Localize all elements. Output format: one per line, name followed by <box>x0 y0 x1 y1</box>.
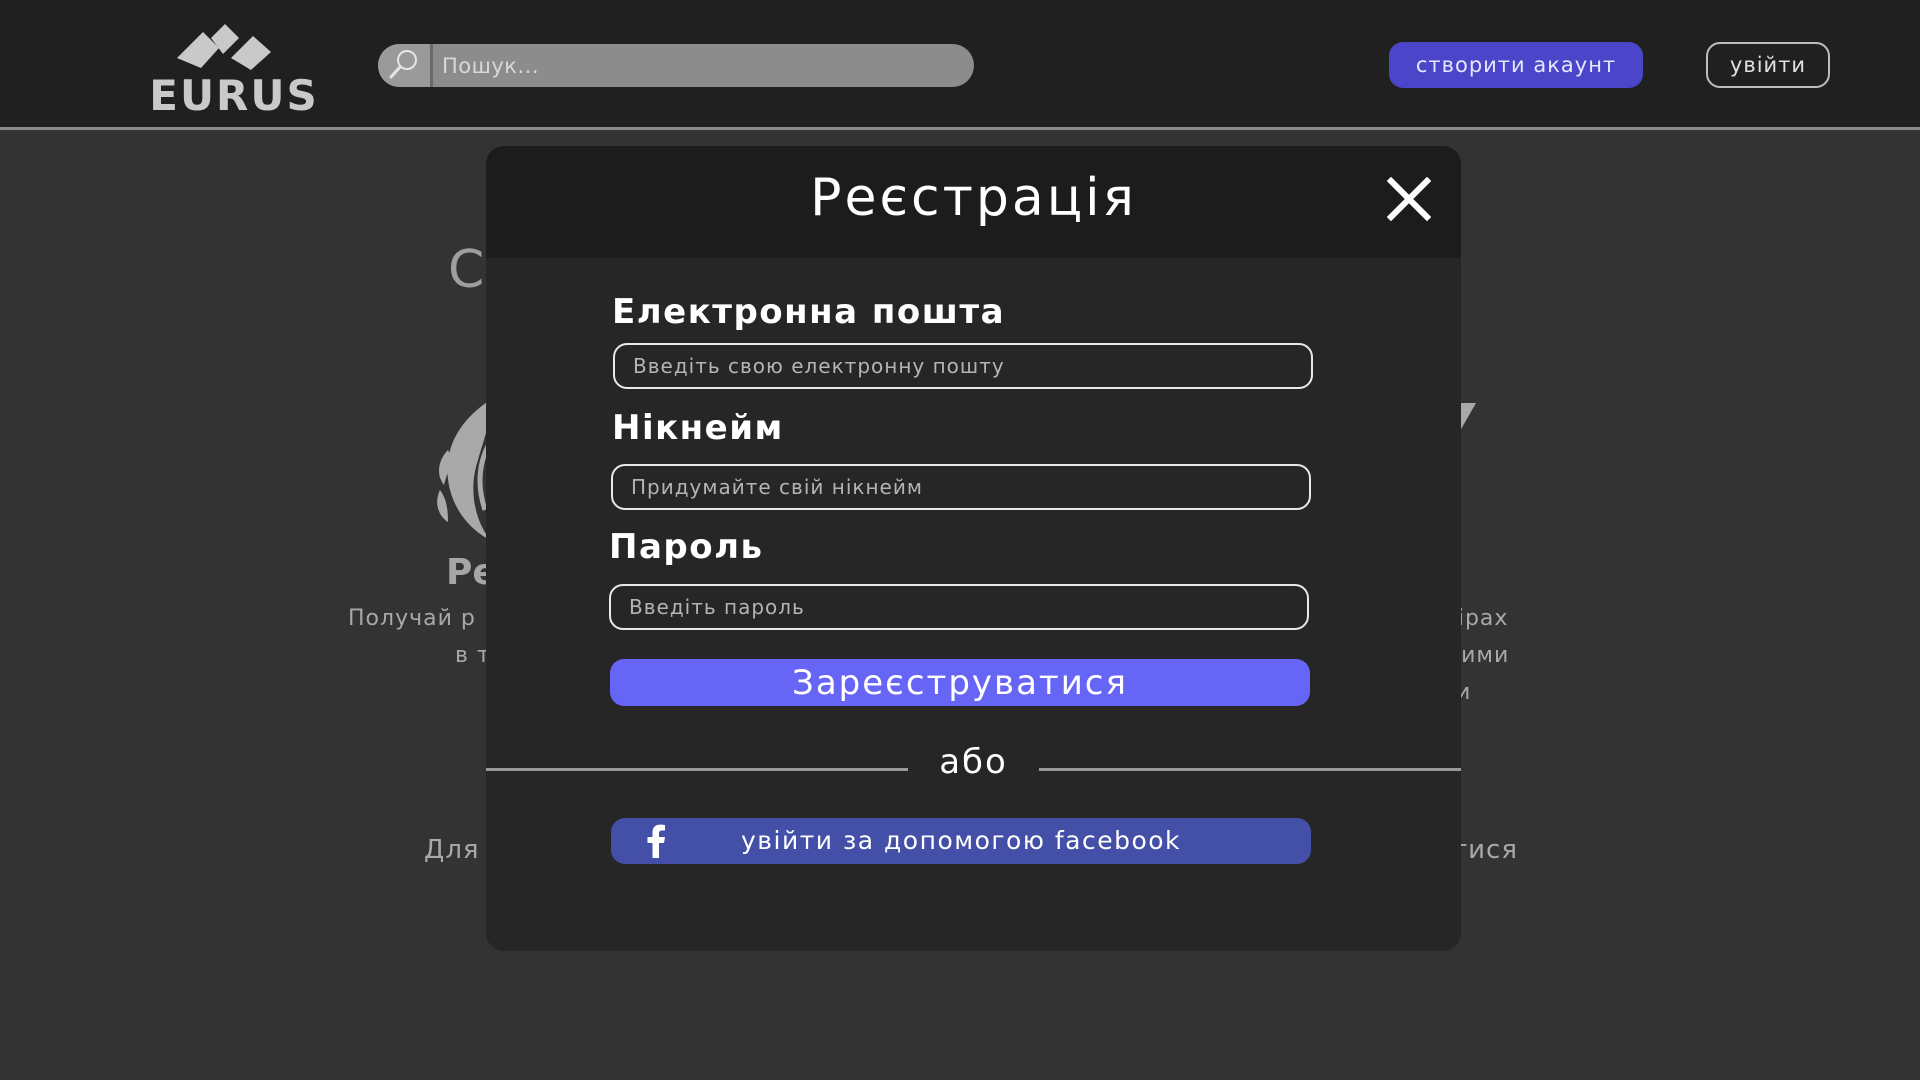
facebook-login-button[interactable]: увійти за допомогою facebook <box>611 818 1311 864</box>
register-button[interactable]: Зареєструватися <box>610 659 1310 706</box>
registration-modal: Реєстрація Електронна пошта Нікнейм Паро… <box>486 146 1461 951</box>
nickname-field[interactable] <box>611 464 1311 510</box>
divider-line-left <box>486 768 908 771</box>
facebook-login-label: увійти за допомогою facebook <box>740 826 1182 855</box>
search-icon <box>388 48 420 84</box>
bg-bottom-text-left: Для <box>424 835 480 865</box>
close-button[interactable] <box>1384 176 1434 226</box>
login-button[interactable]: увійти <box>1706 42 1830 88</box>
site-header: EURUS створити акаунт увійти <box>0 0 1920 130</box>
bg-feature-left-desc-1: Получай р <box>348 606 476 631</box>
search-button[interactable] <box>378 44 433 87</box>
bg-bottom-text-right: тися <box>1452 835 1518 865</box>
close-icon <box>1386 176 1432 225</box>
divider-line-right <box>1039 768 1461 771</box>
svg-text:EURUS: EURUS <box>149 71 319 118</box>
divider-text: або <box>939 742 1008 782</box>
search-input[interactable] <box>436 44 972 87</box>
eurus-logo[interactable]: EURUS <box>139 18 329 118</box>
password-label: Пароль <box>609 527 764 567</box>
modal-header: Реєстрація <box>486 146 1461 258</box>
bg-page-title-left: С <box>448 240 487 300</box>
search-bar <box>378 44 974 87</box>
email-label: Електронна пошта <box>612 292 1006 332</box>
modal-title: Реєстрація <box>810 168 1137 228</box>
create-account-button[interactable]: створити акаунт <box>1389 42 1643 88</box>
nickname-label: Нікнейм <box>612 408 784 448</box>
password-field[interactable] <box>609 584 1309 630</box>
email-field[interactable] <box>613 343 1313 389</box>
